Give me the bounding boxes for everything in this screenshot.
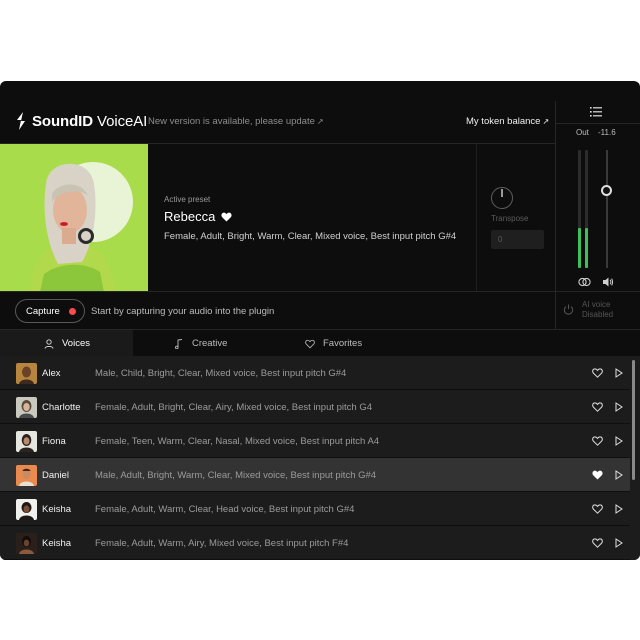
library-tabs: Voices Creative Favorites bbox=[0, 329, 640, 357]
ai-voice-status: AI voice Disabled bbox=[582, 300, 614, 319]
capture-button[interactable]: Capture bbox=[15, 299, 85, 323]
voice-tags: Female, Adult, Warm, Airy, Mixed voice, … bbox=[95, 538, 349, 549]
tab-creative[interactable]: Creative bbox=[174, 330, 227, 357]
power-icon[interactable] bbox=[563, 304, 574, 315]
output-fader-track[interactable] bbox=[606, 150, 608, 268]
voice-tags: Female, Adult, Warm, Clear, Head voice, … bbox=[95, 504, 355, 515]
list-menu-icon[interactable] bbox=[590, 106, 602, 118]
brand-logo: SoundID VoiceAI bbox=[15, 112, 147, 130]
portrait-illustration bbox=[0, 144, 148, 292]
heart-outline-icon[interactable] bbox=[592, 368, 603, 378]
voice-name: Alex bbox=[42, 368, 61, 379]
voice-tags: Female, Adult, Bright, Clear, Airy, Mixe… bbox=[95, 402, 373, 413]
app-header: SoundID VoiceAI New version is available… bbox=[0, 81, 555, 143]
voice-avatar bbox=[16, 431, 37, 452]
voice-name: Keisha bbox=[42, 538, 72, 549]
voice-avatar bbox=[16, 363, 37, 384]
active-preset-label: Active preset bbox=[164, 195, 211, 204]
voice-avatar bbox=[16, 465, 37, 486]
voice-name: Keisha bbox=[42, 504, 72, 515]
capture-hint: Start by capturing your audio into the p… bbox=[91, 306, 275, 317]
tab-voices[interactable]: Voices bbox=[0, 330, 133, 357]
out-value: -11.6 bbox=[598, 128, 616, 137]
speaker-icon[interactable] bbox=[602, 276, 614, 288]
play-icon[interactable] bbox=[615, 470, 623, 480]
preset-divider bbox=[476, 144, 477, 292]
out-label: Out bbox=[576, 128, 589, 137]
tab-favorites[interactable]: Favorites bbox=[305, 330, 362, 357]
active-preset-panel: Active preset Rebecca Female, Adult, Bri… bbox=[0, 143, 555, 292]
voice-row-keisha[interactable]: Keisha Female, Adult, Warm, Clear, Head … bbox=[0, 492, 630, 526]
preset-avatar bbox=[0, 144, 148, 292]
transpose-knob[interactable] bbox=[491, 187, 513, 209]
meter-header-divider bbox=[556, 123, 640, 124]
voice-avatar bbox=[16, 397, 37, 418]
ai-voice-divider bbox=[555, 292, 556, 330]
external-arrow-icon: ↗ bbox=[316, 117, 324, 126]
heart-filled-icon[interactable] bbox=[592, 470, 603, 480]
voice-row-alex[interactable]: Alex Male, Child, Bright, Clear, Mixed v… bbox=[0, 356, 630, 390]
output-fader-knob[interactable] bbox=[601, 185, 612, 196]
voice-name: Daniel bbox=[42, 470, 69, 481]
preset-tags: Female, Adult, Bright, Warm, Clear, Mixe… bbox=[164, 231, 457, 242]
person-icon bbox=[44, 338, 54, 349]
voice-name: Fiona bbox=[42, 436, 66, 447]
heart-filled-icon[interactable] bbox=[221, 212, 232, 222]
record-dot-icon bbox=[68, 307, 76, 315]
external-arrow-icon: ↗ bbox=[542, 117, 550, 126]
heart-outline-icon[interactable] bbox=[592, 436, 603, 446]
soundid-voiceai-window: SoundID VoiceAI New version is available… bbox=[0, 81, 640, 560]
play-icon[interactable] bbox=[615, 538, 623, 548]
heart-outline-icon bbox=[305, 339, 315, 348]
heart-outline-icon[interactable] bbox=[592, 504, 603, 514]
stereo-link-icon[interactable] bbox=[578, 277, 591, 287]
voice-row-daniel[interactable]: Daniel Male, Adult, Bright, Warm, Clear,… bbox=[0, 458, 630, 492]
voice-tags: Female, Teen, Warm, Clear, Nasal, Mixed … bbox=[95, 436, 380, 447]
play-icon[interactable] bbox=[615, 402, 623, 412]
voice-row-keisha-2[interactable]: Keisha Female, Adult, Warm, Airy, Mixed … bbox=[0, 526, 630, 560]
voice-row-fiona[interactable]: Fiona Female, Teen, Warm, Clear, Nasal, … bbox=[0, 424, 630, 458]
brand-name: SoundID VoiceAI bbox=[32, 112, 148, 130]
voice-list-scrollbar[interactable] bbox=[632, 360, 635, 480]
capture-row: Capture Start by capturing your audio in… bbox=[0, 291, 640, 330]
update-link[interactable]: New version is available, please update ↗ bbox=[148, 116, 324, 127]
left-level-meter bbox=[578, 150, 581, 268]
play-icon[interactable] bbox=[615, 368, 623, 378]
voice-avatar bbox=[16, 499, 37, 520]
heart-outline-icon[interactable] bbox=[592, 538, 603, 548]
left-level-fill bbox=[578, 227, 581, 268]
soundid-logo-icon bbox=[17, 112, 25, 130]
right-level-fill bbox=[585, 227, 588, 268]
voice-tags: Male, Child, Bright, Clear, Mixed voice,… bbox=[95, 368, 347, 379]
right-level-meter bbox=[585, 150, 588, 268]
voice-avatar bbox=[16, 533, 37, 554]
voice-list: Alex Male, Child, Bright, Clear, Mixed v… bbox=[0, 356, 640, 560]
voice-tags: Male, Adult, Bright, Warm, Clear, Mixed … bbox=[95, 470, 377, 481]
voice-row-charlotte[interactable]: Charlotte Female, Adult, Bright, Clear, … bbox=[0, 390, 630, 424]
music-note-icon bbox=[175, 338, 183, 349]
transpose-input[interactable] bbox=[491, 230, 544, 249]
voice-name: Charlotte bbox=[42, 402, 81, 413]
preset-name: Rebecca bbox=[164, 209, 232, 224]
token-balance-link[interactable]: My token balance ↗ bbox=[466, 116, 549, 127]
play-icon[interactable] bbox=[615, 436, 623, 446]
play-icon[interactable] bbox=[615, 504, 623, 514]
heart-outline-icon[interactable] bbox=[592, 402, 603, 412]
transpose-label: Transpose bbox=[491, 214, 529, 223]
